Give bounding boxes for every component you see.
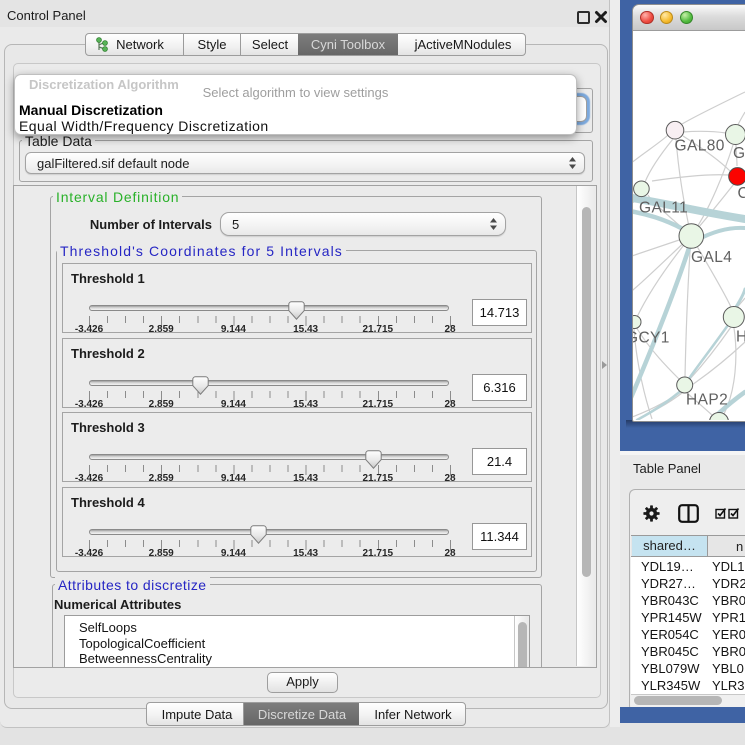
svg-text:GAL4: GAL4 <box>691 249 732 266</box>
svg-text:H: H <box>736 329 745 346</box>
svg-text:GCY1: GCY1 <box>633 330 670 347</box>
svg-text:GAL80: GAL80 <box>675 138 725 155</box>
svg-text:GA: GA <box>733 145 745 162</box>
svg-text:GAL11: GAL11 <box>639 200 688 217</box>
svg-text:HAP2: HAP2 <box>686 392 728 409</box>
svg-text:C: C <box>738 185 745 202</box>
